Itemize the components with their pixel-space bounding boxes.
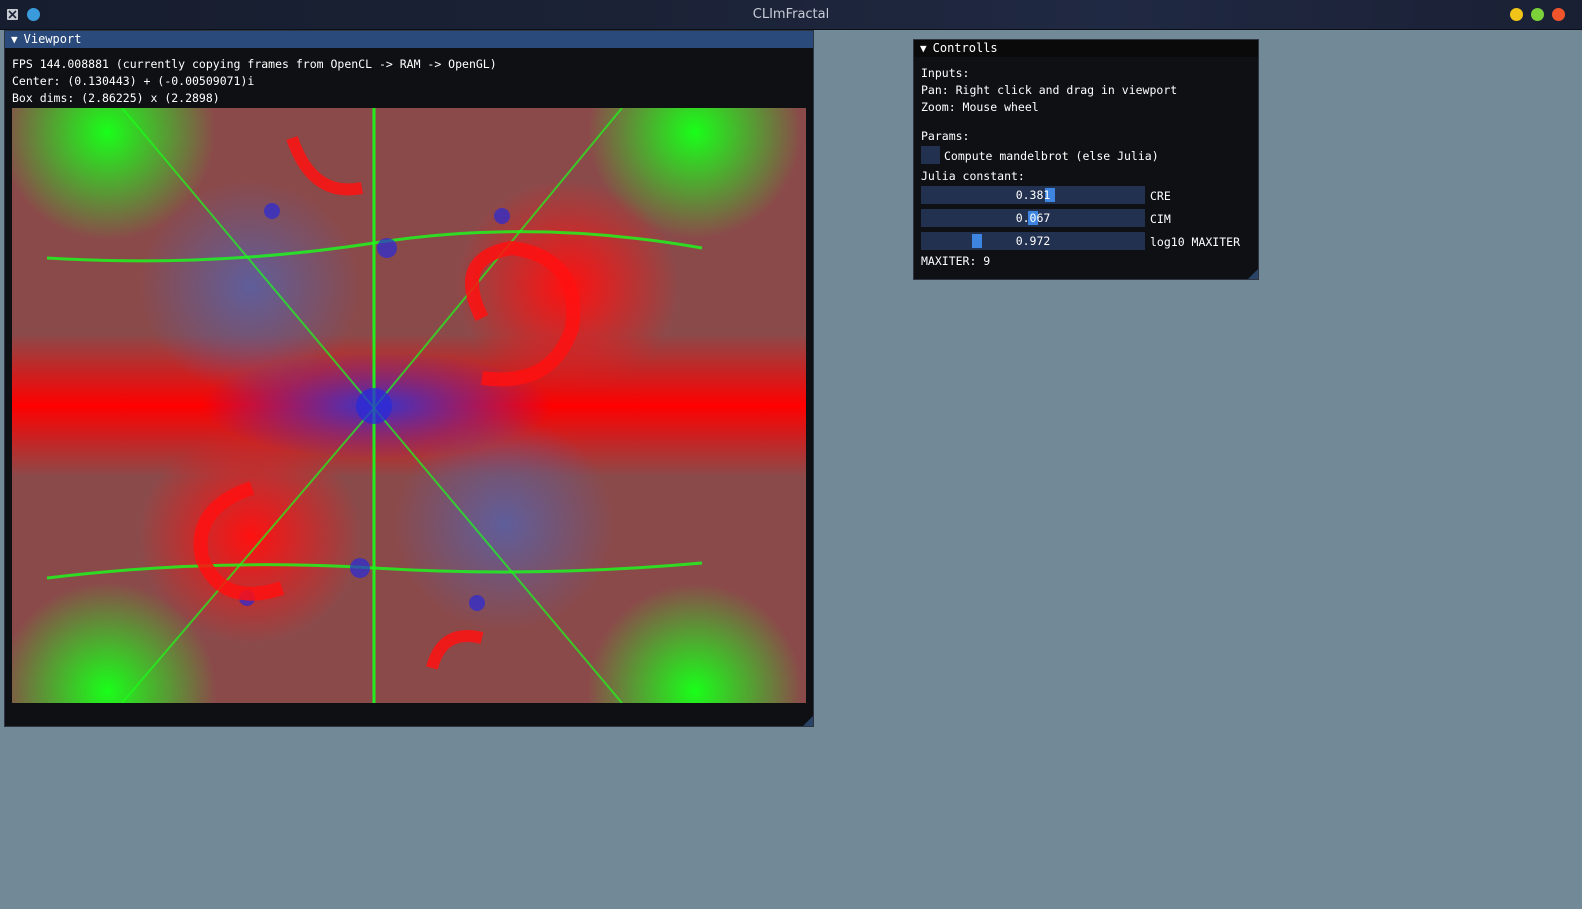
cim-value: 0.067	[1015, 211, 1051, 225]
julia-constant-header: Julia constant:	[921, 169, 1025, 183]
box-dims-text: Box dims: (2.86225) x (2.2898)	[12, 91, 220, 105]
controls-window[interactable]: ▼ Controlls Inputs: Pan: Right click and …	[913, 39, 1259, 280]
controls-titlebar[interactable]: ▼ Controlls	[914, 40, 1258, 57]
cim-slider[interactable]: 0.067	[921, 209, 1145, 227]
window-title: CLImFractal	[752, 7, 830, 22]
cre-slider[interactable]: 0.381	[921, 186, 1145, 204]
minimize-button[interactable]	[1510, 8, 1523, 21]
close-button[interactable]	[1552, 8, 1565, 21]
mandelbrot-checkbox-label: Compute mandelbrot (else Julia)	[944, 149, 1159, 163]
resize-grip[interactable]	[803, 716, 813, 726]
cim-label: CIM	[1150, 212, 1171, 226]
maximize-button[interactable]	[1531, 8, 1544, 21]
viewport-window[interactable]: ▼ Viewport FPS 144.008881 (currently copy…	[4, 30, 814, 727]
cre-value: 0.381	[1015, 188, 1051, 202]
fractal-image[interactable]	[12, 108, 806, 703]
cre-label: CRE	[1150, 189, 1171, 203]
maxiter-text: MAXITER: 9	[921, 254, 991, 268]
maxiter-slider[interactable]: 0.972	[921, 232, 1145, 250]
zoom-help-text: Zoom: Mouse wheel	[921, 100, 1039, 114]
viewport-title: Viewport	[23, 32, 82, 46]
params-header: Params:	[921, 129, 970, 143]
maxiter-log-label: log10 MAXITER	[1150, 235, 1241, 249]
fps-text: FPS 144.008881 (currently copying frames…	[12, 57, 497, 71]
window-titlebar: CLImFractal	[0, 0, 1582, 30]
collapse-arrow-icon[interactable]: ▼	[920, 42, 927, 55]
pan-help-text: Pan: Right click and drag in viewport	[921, 83, 1178, 97]
inputs-header: Inputs:	[921, 66, 970, 80]
resize-grip[interactable]	[1248, 269, 1258, 279]
viewport-titlebar[interactable]: ▼ Viewport	[5, 31, 813, 48]
controls-title: Controlls	[932, 41, 998, 55]
collapse-arrow-icon[interactable]: ▼	[11, 33, 18, 46]
mandelbrot-checkbox[interactable]	[921, 146, 940, 164]
maxiter-log-value: 0.972	[1015, 234, 1051, 248]
center-text: Center: (0.130443) + (-0.00509071)i	[12, 74, 255, 88]
